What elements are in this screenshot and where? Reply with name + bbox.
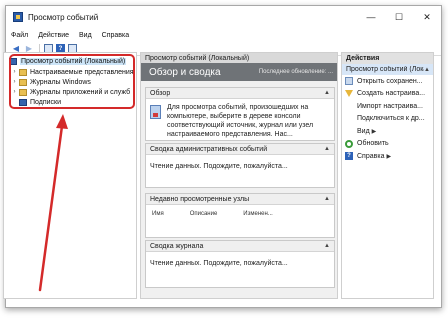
collapse-arrow-icon[interactable]: ▲ — [324, 243, 330, 249]
action-view[interactable]: Вид ▶ — [342, 125, 433, 138]
collapse-arrow-icon[interactable]: ▲ — [324, 90, 330, 96]
last-updated: Последнее обновление: ... — [258, 69, 333, 75]
annotation-highlight-box — [9, 54, 135, 109]
center-pane: Просмотр событий (Локальный) Обзор и сво… — [140, 52, 338, 299]
action-refresh[interactable]: Обновить — [342, 138, 433, 151]
menu-view[interactable]: Вид — [79, 32, 92, 39]
refresh-icon — [345, 139, 353, 148]
actions-pane: Действия Просмотр событий (Локальный) ▲ … — [341, 52, 434, 299]
overview-section-header[interactable]: Обзор ▲ — [146, 88, 334, 99]
menu-action[interactable]: Действие — [38, 32, 69, 39]
log-summary-text: Чтение данных. Подождите, пожалуйста... — [150, 260, 288, 267]
overview-banner: Обзор и сводка Последнее обновление: ... — [141, 63, 337, 81]
action-import-custom-view[interactable]: Импорт настраива... — [342, 100, 433, 113]
help-icon: ? — [345, 152, 353, 161]
title-bar: Просмотр событий — ☐ ✕ — [6, 6, 441, 28]
actions-section-header[interactable]: Просмотр событий (Локальный) ▲ — [342, 64, 433, 75]
log-summary-header[interactable]: Сводка журнала ▲ — [146, 241, 334, 252]
overview-section: Обзор ▲ Для просмотра событий, произошед… — [145, 87, 335, 141]
admin-summary-section: Сводка административных событий ▲ Чтение… — [145, 143, 335, 188]
center-header: Просмотр событий (Локальный) — [141, 53, 337, 63]
minimize-button[interactable]: — — [357, 6, 385, 28]
collapse-arrow-icon[interactable]: ▲ — [324, 146, 330, 152]
admin-summary-text: Чтение данных. Подождите, пожалуйста... — [150, 163, 288, 170]
submenu-arrow-icon: ▶ — [386, 153, 392, 160]
actions-title: Действия — [342, 53, 433, 64]
action-help[interactable]: ? Справка ▶ — [342, 150, 433, 163]
log-summary-section: Сводка журнала ▲ Чтение данных. Подождит… — [145, 240, 335, 288]
column-modified[interactable]: Изменен... — [243, 211, 273, 217]
menu-file[interactable]: Файл — [11, 32, 28, 39]
open-saved-log-icon — [345, 77, 353, 86]
recent-nodes-columns: Имя Описание Изменен... — [146, 205, 334, 217]
recent-nodes-header[interactable]: Недавно просмотренные узлы ▲ — [146, 194, 334, 205]
action-open-saved-log[interactable]: Открыть сохранен... — [342, 75, 433, 88]
column-description[interactable]: Описание — [190, 211, 218, 217]
menu-bar: Файл Действие Вид Справка — [6, 28, 441, 42]
filter-icon — [345, 90, 353, 98]
window-title: Просмотр событий — [28, 12, 99, 22]
menu-help[interactable]: Справка — [102, 32, 129, 39]
close-button[interactable]: ✕ — [413, 6, 441, 28]
collapse-arrow-icon[interactable]: ▲ — [324, 196, 330, 202]
event-viewer-icon — [13, 12, 23, 22]
recent-nodes-section: Недавно просмотренные узлы ▲ Имя Описани… — [145, 193, 335, 238]
collapse-arrow-icon[interactable]: ▲ — [424, 67, 430, 73]
admin-summary-header[interactable]: Сводка административных событий ▲ — [146, 144, 334, 155]
overview-text: Для просмотра событий, произошедших на к… — [167, 104, 314, 138]
column-name[interactable]: Имя — [152, 211, 164, 217]
banner-title: Обзор и сводка — [149, 66, 221, 78]
action-create-custom-view[interactable]: Создать настраива... — [342, 88, 433, 101]
event-log-icon — [150, 105, 161, 119]
maximize-button[interactable]: ☐ — [385, 6, 413, 28]
submenu-arrow-icon: ▶ — [371, 128, 377, 135]
action-connect-other-computer[interactable]: Подключиться к др... — [342, 113, 433, 126]
